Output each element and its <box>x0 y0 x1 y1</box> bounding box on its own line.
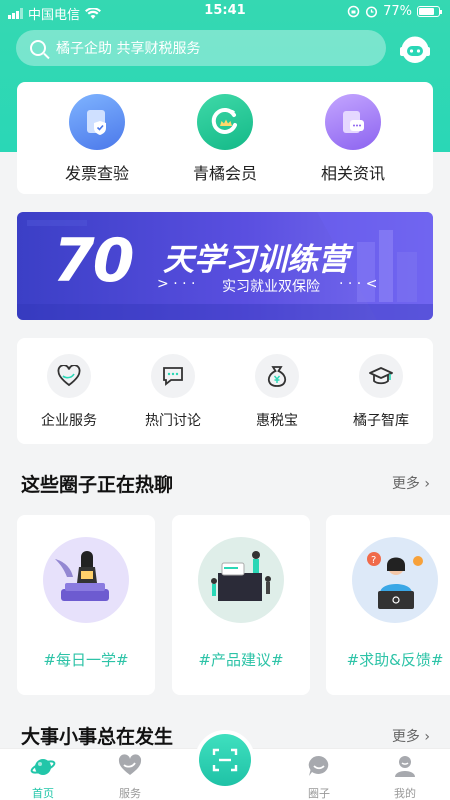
banner-number: 70 <box>53 226 134 296</box>
chat-bubble-tab-icon <box>308 755 329 776</box>
heart-icon <box>47 354 91 398</box>
invoice-shield-icon <box>69 94 125 150</box>
topic-card-help-feedback[interactable]: ? #求助&反馈# <box>326 515 450 695</box>
battery-icon <box>417 6 442 17</box>
planet-icon <box>30 759 56 775</box>
quick-action-invoice[interactable]: 发票查验 <box>37 94 157 184</box>
service-label: 热门讨论 <box>145 413 201 429</box>
rotation-lock-icon <box>347 5 360 18</box>
search-bar[interactable]: 橘子企助 共享财税服务 <box>16 30 386 66</box>
tab-service[interactable]: 服务 <box>95 753 165 800</box>
tab-home[interactable]: 首页 <box>8 753 78 800</box>
search-placeholder: 橘子企助 共享财税服务 <box>56 41 201 57</box>
battery-percent: 77% <box>383 4 412 19</box>
message-doc-icon <box>325 94 381 150</box>
more-label: 更多 <box>391 476 420 492</box>
banner-title: 天学习训练营 <box>163 242 349 278</box>
user-tab-icon <box>395 756 415 777</box>
status-bar: 中国电信 15:41 77% <box>0 0 450 24</box>
service-think-tank[interactable]: 橘子智库 <box>329 354 433 430</box>
search-icon <box>30 40 46 56</box>
topic-card-product-suggestion[interactable]: #产品建议# <box>172 515 310 695</box>
customer-service-button[interactable] <box>398 33 432 67</box>
chevron-right-icon: › <box>424 729 430 745</box>
quick-action-label: 青橘会员 <box>192 164 257 183</box>
quick-action-news[interactable]: 相关资讯 <box>293 94 413 184</box>
service-label: 企业服务 <box>41 413 97 429</box>
training-camp-banner[interactable]: 70 天学习训练营 > · · · 实习就业双保险 · · · < <box>17 212 433 320</box>
services-card: 企业服务 热门讨论 惠税宝 橘子智库 <box>17 338 433 444</box>
tab-label: 首页 <box>32 787 54 800</box>
quick-action-label: 相关资讯 <box>320 164 385 183</box>
chat-icon <box>151 354 195 398</box>
graduation-cap-icon <box>359 354 403 398</box>
news-more-link[interactable]: 更多 › <box>392 726 430 746</box>
topic-card-daily-study[interactable]: #每日一学# <box>17 515 155 695</box>
scan-button-inner <box>199 734 251 786</box>
more-label: 更多 <box>391 729 420 745</box>
banner-dots-left: · · · <box>173 276 196 292</box>
svg-text:?: ? <box>371 555 376 566</box>
hot-circles-title: 这些圈子正在热聊 <box>21 474 174 496</box>
quick-action-label: 发票查验 <box>64 164 129 183</box>
topic-label: #每日一学# <box>43 651 129 669</box>
tab-label: 我的 <box>394 787 416 800</box>
service-discussion[interactable]: 热门讨论 <box>121 354 225 430</box>
orange-crown-icon <box>197 94 253 150</box>
quick-action-member[interactable]: 青橘会员 <box>165 94 285 184</box>
heart-tab-icon <box>118 754 142 775</box>
chevron-right-icon: › <box>424 476 430 492</box>
service-label: 橘子智库 <box>353 413 409 429</box>
service-tax-treasure[interactable]: 惠税宝 <box>225 354 329 430</box>
news-section-title: 大事小事总在发生 <box>21 726 174 748</box>
reading-girl-illustration <box>43 537 129 623</box>
tab-mine[interactable]: 我的 <box>370 753 440 800</box>
topic-label: #求助&反馈# <box>346 651 444 669</box>
service-label: 惠税宝 <box>256 413 298 429</box>
quick-actions-card: 发票查验 青橘会员 相关资讯 <box>17 82 433 194</box>
banner-subtitle: 实习就业双保险 <box>222 279 320 295</box>
service-enterprise[interactable]: 企业服务 <box>17 354 121 430</box>
hot-circles-more-link[interactable]: 更多 › <box>392 473 430 493</box>
tab-label: 圈子 <box>308 787 330 800</box>
scan-button[interactable] <box>195 730 255 790</box>
tab-label: 服务 <box>119 787 141 800</box>
product-suggestion-illustration <box>198 537 284 623</box>
tab-circle[interactable]: 圈子 <box>284 753 354 800</box>
help-feedback-illustration: ? <box>352 537 438 623</box>
money-bag-icon <box>255 354 299 398</box>
topic-label: #产品建议# <box>198 651 284 669</box>
banner-left-arrows: > · · · <box>157 276 196 292</box>
status-right: 77% <box>347 4 442 19</box>
scan-frame-icon <box>212 748 238 772</box>
alarm-icon <box>366 6 378 18</box>
banner-right-arrows: · · · < <box>339 276 378 292</box>
headset-robot-icon <box>400 36 430 63</box>
banner-dots-right: · · · <box>339 276 362 292</box>
